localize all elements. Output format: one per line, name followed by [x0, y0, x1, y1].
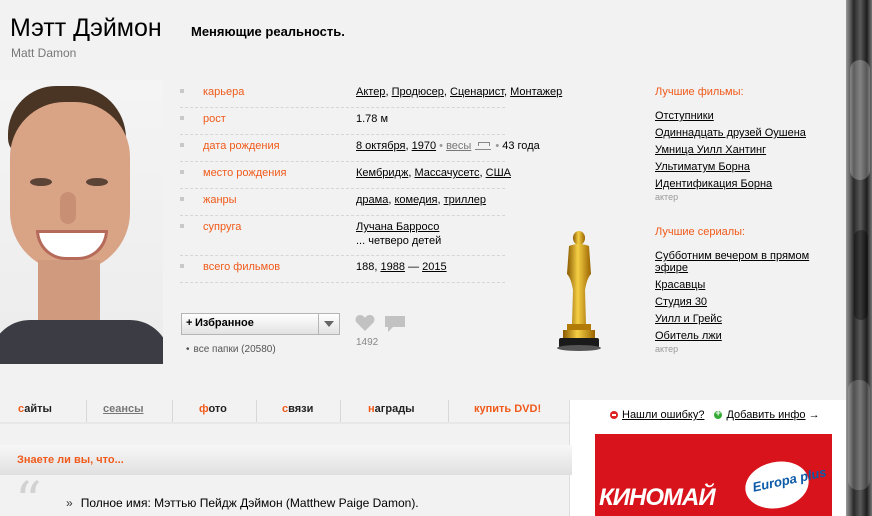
add-info-link[interactable]: Добавить инфо	[726, 409, 805, 421]
genre-link-comedy[interactable]: комедия	[394, 194, 437, 206]
career-link-actor[interactable]: Актер	[356, 86, 385, 98]
side-photo	[846, 0, 872, 516]
best-series-link[interactable]: Красавцы	[655, 279, 705, 291]
comment-icon[interactable]	[384, 315, 406, 333]
fact-row-total-films: всего фильмов 188, 1988 — 2015	[180, 255, 505, 283]
fact-value-birth-place: Кембридж, Массачусетс, США	[356, 167, 511, 179]
person-name-ru: Мэтт Дэймон	[10, 14, 162, 42]
films-count: 188	[356, 261, 375, 273]
best-series-link[interactable]: эфире	[655, 262, 688, 274]
fact-value-total-films: 188, 1988 — 2015	[356, 261, 447, 273]
libra-icon	[475, 142, 492, 151]
series-role-label: актер	[655, 344, 679, 354]
quote-icon: “	[15, 472, 42, 516]
banner-text: КИНОМАЙ	[599, 484, 716, 511]
best-series-link[interactable]: Обитель лжи	[655, 330, 722, 342]
best-films-title: Лучшие фильмы:	[655, 86, 744, 98]
oscar-statuette-icon	[557, 231, 601, 351]
fact-row-career: карьера Актер, Продюсер, Сценарист, Монт…	[180, 80, 562, 108]
birth-day-link[interactable]: 8 октября	[356, 140, 405, 152]
arrow-right-icon: →	[808, 409, 820, 421]
age: 43 года	[502, 140, 540, 152]
best-series-title: Лучшие сериалы:	[655, 226, 746, 238]
best-film-link[interactable]: Идентификация Борна	[655, 178, 772, 190]
side-box: Нашли ошибку? Добавить инфо → КИНОМАЙ Eur…	[569, 400, 846, 516]
bullet-icon	[180, 116, 184, 120]
fact-row-birth-place: место рождения Кембридж, Массачусетс, СШ…	[180, 161, 511, 189]
films-from-year-link[interactable]: 1988	[380, 261, 404, 273]
children-text: ... четверо детей	[356, 235, 442, 247]
fact-value-genres: драма, комедия, триллер	[356, 194, 486, 206]
place-link-usa[interactable]: США	[486, 167, 511, 179]
person-name-en: Matt Damon	[11, 46, 77, 60]
genre-link-thriller[interactable]: триллер	[444, 194, 486, 206]
tab-showtimes[interactable]: сеансы	[103, 403, 144, 415]
chevron-down-icon[interactable]	[318, 314, 339, 334]
bullet-icon	[180, 197, 184, 201]
best-film-link[interactable]: Отступники	[655, 110, 714, 122]
fact-row-genres: жанры драма, комедия, триллер	[180, 188, 505, 216]
person-photo[interactable]	[0, 80, 163, 364]
fact-label: супруга	[203, 221, 242, 233]
best-film-link[interactable]: Одиннадцать друзей Оушена	[655, 127, 806, 139]
favorites-label: Избранное	[195, 317, 254, 329]
best-series-link[interactable]: Студия 30	[655, 296, 707, 308]
fact-label: жанры	[203, 194, 237, 206]
career-link-producer[interactable]: Продюсер	[392, 86, 444, 98]
plus-circle-icon	[714, 408, 723, 420]
likes-count: 1492	[356, 337, 379, 348]
heart-icon[interactable]	[355, 314, 375, 332]
career-link-writer[interactable]: Сценарист	[450, 86, 504, 98]
fact-value-birth-date: 8 октября, 1970 • весы • 43 года	[356, 140, 540, 152]
bullet-icon	[180, 264, 184, 268]
ad-banner[interactable]: КИНОМАЙ Europa plus	[595, 434, 832, 516]
spouse-link[interactable]: Лучана Барросо	[356, 221, 439, 233]
best-series-link[interactable]: Субботним вечером в прямом	[655, 250, 809, 262]
trivia-item: » Полное имя: Мэттью Пейдж Дэймон (Matthe…	[66, 496, 419, 510]
bullet-icon	[180, 143, 184, 147]
tab-sites[interactable]: сайты	[18, 403, 52, 415]
section-tabs: сайты сеансы фото связи награды купить D…	[0, 400, 569, 424]
genre-link-drama[interactable]: драма	[356, 194, 388, 206]
favorites-dropdown[interactable]: + Избранное	[181, 313, 340, 335]
fact-value-career: Актер, Продюсер, Сценарист, Монтажер	[356, 86, 563, 98]
fact-label: место рождения	[203, 167, 287, 179]
place-link-cambridge[interactable]: Кембридж	[356, 167, 408, 179]
tab-buy-dvd[interactable]: купить DVD!	[474, 403, 541, 415]
report-error-link[interactable]: Нашли ошибку?	[622, 409, 704, 421]
did-you-know-title: Знаете ли вы, что...	[17, 454, 124, 466]
tab-awards[interactable]: награды	[368, 403, 415, 415]
place-link-massachusetts[interactable]: Массачусетс	[414, 167, 479, 179]
tab-connections[interactable]: связи	[282, 403, 313, 415]
all-folders-text: все папки (20580)	[193, 344, 276, 355]
person-page: Мэтт Дэймон Matt Damon Меняющие реальнос…	[0, 0, 846, 516]
zodiac-link[interactable]: весы	[446, 140, 471, 152]
best-film-link[interactable]: Умница Уилл Хантинг	[655, 144, 766, 156]
fact-row-birth-date: дата рождения 8 октября, 1970 • весы • 43…	[180, 134, 540, 162]
films-role-label: актер	[655, 192, 679, 202]
fact-label: рост	[203, 113, 226, 125]
bullet-icon	[180, 89, 184, 93]
fact-row-spouse: супруга Лучана Барросо ... четверо детей	[180, 215, 505, 256]
best-film-link[interactable]: Ультиматум Борна	[655, 161, 750, 173]
best-series-link[interactable]: Уилл и Грейс	[655, 313, 722, 325]
person-motto: Меняющие реальность.	[191, 24, 345, 39]
trivia-text: Полное имя: Мэттью Пейдж Дэймон (Matthew…	[80, 496, 419, 510]
fact-value-height: 1.78 м	[356, 113, 389, 125]
birth-year-link[interactable]: 1970	[412, 140, 436, 152]
bullet-icon	[180, 170, 184, 174]
fact-label: дата рождения	[203, 140, 280, 152]
films-to-year-link[interactable]: 2015	[422, 261, 446, 273]
raquo-icon: »	[66, 496, 73, 510]
bullet-icon	[180, 224, 184, 228]
minus-circle-icon	[610, 411, 618, 420]
fact-row-height: рост 1.78 м	[180, 107, 505, 135]
fact-value-spouse: Лучана Барросо ... четверо детей	[356, 221, 441, 247]
career-link-editor[interactable]: Монтажер	[510, 86, 562, 98]
fact-label: карьера	[203, 86, 245, 98]
tab-photos[interactable]: фото	[199, 403, 227, 415]
fact-label: всего фильмов	[203, 261, 281, 273]
did-you-know-header: Знаете ли вы, что...	[0, 445, 572, 475]
plus-icon: +	[186, 317, 193, 329]
